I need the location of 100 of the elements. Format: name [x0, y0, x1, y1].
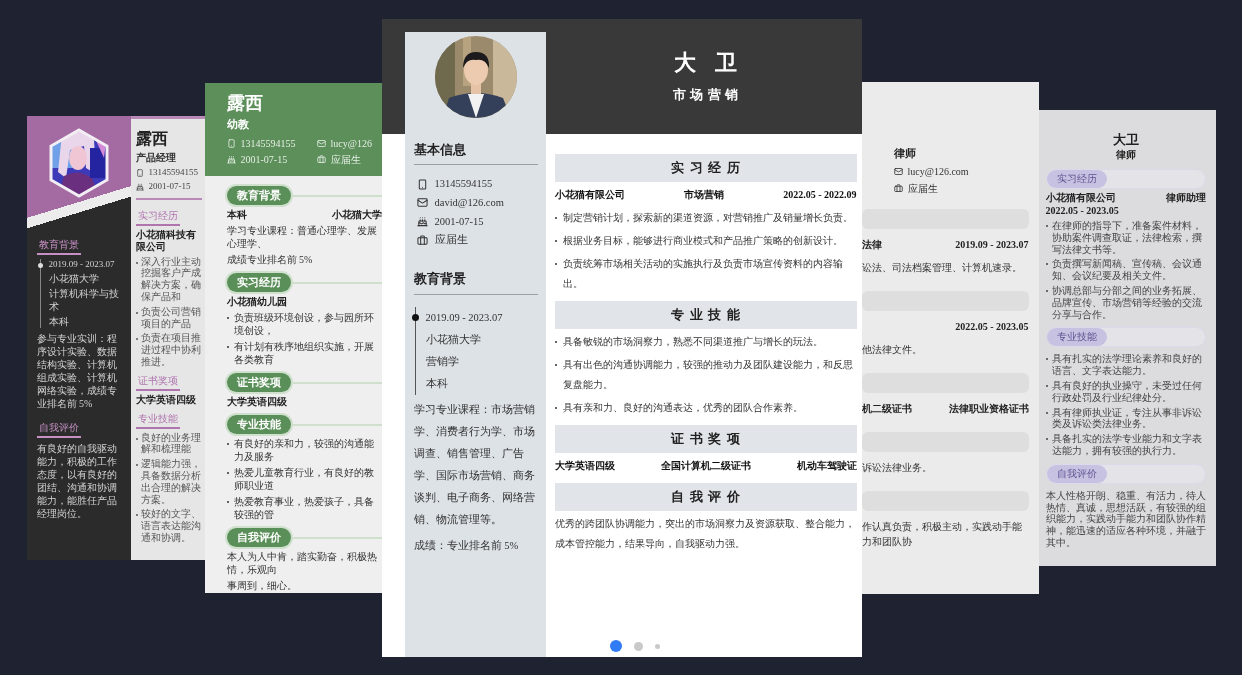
section-heading: 实习经历 [226, 273, 291, 293]
entry-text: 本科 [226, 208, 247, 222]
mail-icon [893, 166, 903, 176]
person-name: 露西 [226, 92, 264, 115]
section-heading: 专业技能 [554, 300, 857, 329]
bullet-text: 有良好的亲和力，较强的沟通能力及服务 [233, 437, 375, 464]
bullet-text: 热爱教育事业，热爱孩子，具备较强的管 [233, 495, 375, 522]
section-heading: 自我评价 [1046, 464, 1107, 483]
timeline-text: 2019.09 - 2023.07 [48, 258, 116, 271]
mail-icon [316, 139, 326, 149]
body-text: 诉讼法律业务。 [861, 460, 933, 475]
entry-text: 小花猫大学 [331, 208, 382, 222]
body-text: 成绩：专业排名前 5% [413, 539, 520, 554]
section-heading: 自我评价 [226, 528, 291, 548]
bullet-text: 具有出色的沟通协调能力，较强的推动力及团队建设能力，和反思复盘能力。 [562, 357, 854, 392]
bullet-text: 根据业务目标，能够进行商业模式和产品推广策略的创新设计。 [562, 233, 843, 248]
entry-text: 机二级证书 [861, 401, 912, 416]
body-text: 讼法、司法档案管理、计算机速录。 [861, 260, 1023, 275]
job-title: 律师 [1115, 149, 1136, 162]
entry-text: 小花猫科技有限公司 [135, 229, 197, 253]
bullet-text: 负责公司营销项目的产品 [140, 305, 202, 330]
resume-card[interactable] [381, 18, 862, 657]
timeline-text: 本科 [425, 377, 449, 391]
entry-text: 法律 [861, 237, 882, 252]
bullet-text: 有计划有秩序地组织实施，开展各类教育 [233, 340, 375, 367]
bullet-text: 具备扎实的法学专业能力和文字表达能力，拥有较强的执行力。 [1051, 433, 1203, 457]
section-heading: 基本信息 [413, 141, 538, 166]
contact-text: 13145594155 [148, 166, 198, 179]
pagination-dot[interactable] [634, 641, 643, 651]
section-heading: 实习经历 [1046, 170, 1107, 189]
body-text: 有良好的自我驱动能力，积极的工作态度，以有良好的团结、沟通和协调能力，能胜任产品经理岗位。 [36, 442, 118, 521]
body-text: 本人为人中肯，踏实勤奋，积极热情，乐观向 [226, 550, 378, 577]
section-heading: 证书奖项 [554, 424, 857, 453]
phone-icon [135, 168, 144, 177]
job-title: 律师 [893, 145, 917, 161]
resume-card[interactable]: 律师 lucy@126.com 应届生 法律 2019.09 - 2023.07 讼法、司法档案管理、计算机速录。 2022.05 - 2023.05 他法律文件。 机二级证书 法律职业资格证书 诉讼法律业务。 作认真负责，积极主动，实践动手能力和团队协 [861, 81, 1039, 594]
entry-text: 全国计算机二级证书 [660, 458, 751, 473]
bullet-text: 具有良好的执业操守，未受过任何行政处罚及行业纪律处分。 [1051, 380, 1203, 404]
cake-icon [226, 155, 236, 165]
timeline-text: 2019.09 - 2023.07 [425, 310, 504, 325]
body-text: 优秀的跨团队协调能力，突出的市场洞察力及资源获取、整合能力，成本管控能力，结果导向，自我驱动力强。 [554, 516, 856, 551]
body-text: 成绩专业排名前 5% [226, 253, 314, 267]
section-heading: 教育背景 [36, 237, 81, 255]
bullet-text: 负责在项目推进过程中协利推进。 [140, 332, 202, 368]
resume-card[interactable] [204, 82, 382, 593]
section-heading: 实习经历 [554, 153, 857, 182]
person-name: 大卫 [1112, 131, 1139, 148]
entry-text: 法律职业资格证书 [948, 401, 1029, 416]
timeline-text: 计算机科学与技术 [48, 287, 120, 314]
timeline-dot [411, 313, 419, 321]
contact-text: 应届生 [434, 233, 468, 247]
job-title: 幼教 [226, 117, 250, 132]
body-text: 参与专业实训：程序设计实验、数据结构实验、计算机组成实验、计算机网络实验，成绩专业排名前 5% [36, 332, 118, 411]
entry-text: 机动车驾驶证 [796, 458, 857, 473]
bullet-text: 具备敏锐的市场洞察力，熟悉不同渠道推广与增长的玩法。 [562, 334, 823, 349]
contact-text: 应届生 [330, 153, 361, 167]
timeline-dot [37, 262, 43, 268]
job-title: 产品经理 [135, 150, 177, 164]
body-text: 作认真负责，积极主动，实践动手能力和团队协 [861, 519, 1023, 549]
body-text: 学习专业课程：市场营销学、消费者行为学、市场调查、销售管理、广告学、国际市场营销、商务谈判、电子商务、网络营销、物流管理等。 [413, 403, 536, 528]
entry-text: 小花猫有限公司 [554, 187, 625, 202]
entry-text: 大学英语四级 [226, 395, 287, 409]
resume-card[interactable] [26, 115, 205, 560]
timeline-text: 小花猫大学 [425, 332, 482, 347]
timeline-text: 小花猫大学 [48, 272, 100, 286]
section-heading: 教育背景 [413, 270, 538, 295]
bullet-text: 制定营销计划，探索新的渠道资源，对营销推广及销量增长负责。 [562, 210, 853, 225]
cake-icon [416, 216, 428, 227]
body-text: 学习专业课程：普通心理学、发展心理学、 [226, 224, 378, 251]
entry-text: 2022.05 - 2023.05 [955, 319, 1029, 334]
job-title: 市场营销 [671, 87, 743, 101]
section-heading: 专业技能 [226, 415, 291, 435]
phone-icon [416, 178, 428, 190]
entry-text: 市场营销 [683, 187, 724, 202]
entry-text: 2022.05 - 2023.05 [1045, 204, 1119, 218]
section-heading: 教育背景 [226, 186, 291, 206]
phone-icon [226, 139, 236, 149]
pagination-dot[interactable] [655, 643, 660, 649]
bullet-text: 具有亲和力、良好的沟通表达，优秀的团队合作素养。 [562, 400, 803, 415]
bullet-text: 协调总部与分部之间的业务拓展、品牌宣传、市场营销等经验的交流分享与合作。 [1051, 285, 1203, 321]
person-name: 大卫 [672, 51, 758, 74]
contact-text: 2001-07-15 [148, 181, 191, 194]
bullet-text: 良好的业务理解和梳理能 [140, 431, 202, 456]
entry-text: 律师助理 [1165, 192, 1206, 205]
contact-text: lucy@126.com [907, 164, 969, 178]
briefcase-icon [893, 183, 903, 193]
section-heading: 自我评价 [554, 482, 857, 511]
cake-icon [135, 183, 144, 192]
section-heading: 专业技能 [1046, 328, 1107, 347]
section-heading: 专业技能 [135, 411, 180, 429]
entry-text: 小花猫幼儿园 [226, 295, 287, 309]
bullet-text: 具有律师执业证，专注从事非诉讼类及诉讼类法律业务。 [1051, 406, 1203, 431]
bullet-text: 在律师的指导下，准备案件材料，协助案件调查取证，法律检索，撰写法律文书等。 [1051, 220, 1203, 256]
bullet-text: 深入行业主动挖掘客户产成解决方案，确保产品和 [140, 255, 202, 303]
contact-text: 13145594155 [434, 177, 493, 192]
entry-text: 大学英语四级 [135, 393, 196, 406]
section-heading: 证书奖项 [135, 373, 180, 391]
bullet-text: 较好的文字、语言表达能沟通和协调。 [140, 508, 202, 544]
person-name: 露西 [135, 128, 169, 148]
body-text: 事周到，细心。 [226, 579, 298, 593]
